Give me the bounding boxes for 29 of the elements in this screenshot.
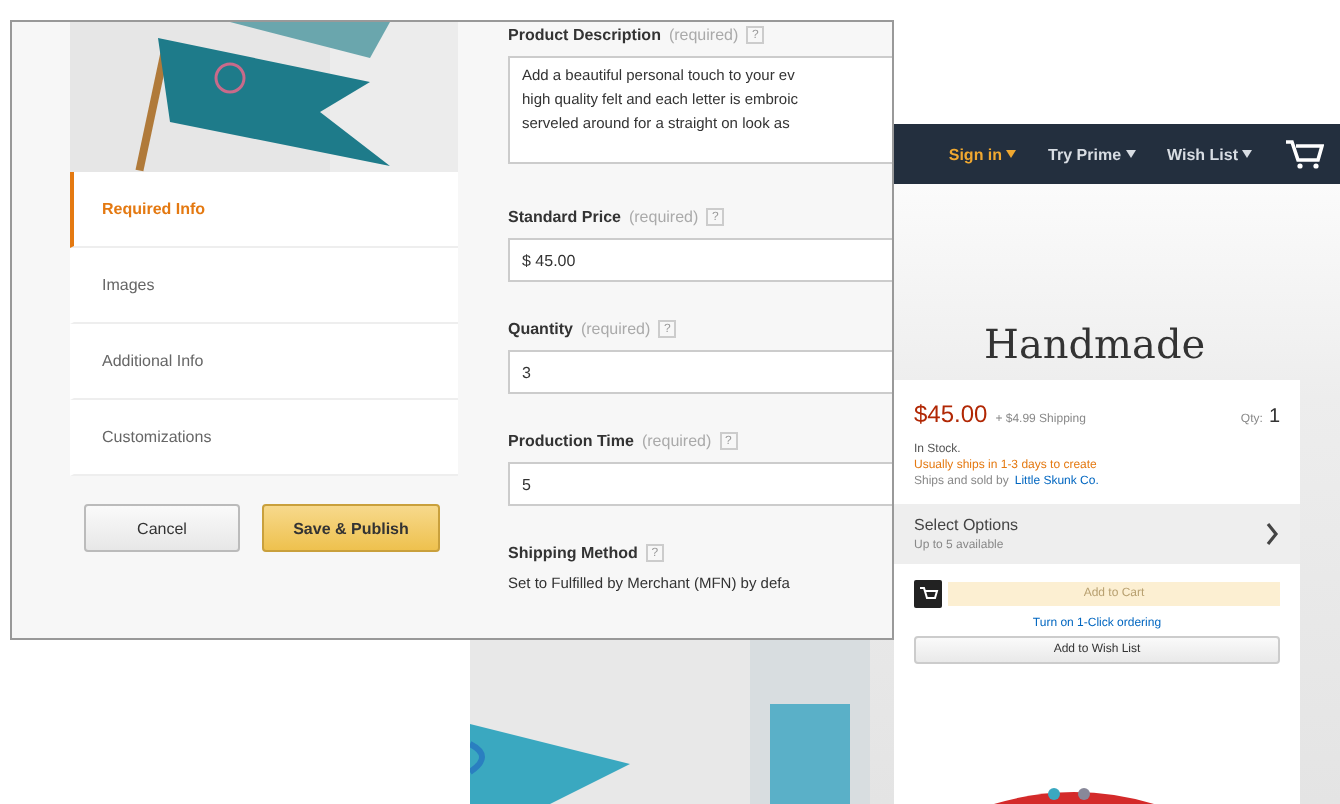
field-label: Standard Price — [508, 208, 621, 226]
price: $45.00 — [914, 400, 988, 428]
required-note: (required) — [668, 26, 739, 44]
caret-icon — [1125, 150, 1136, 158]
section-tab[interactable]: Images — [70, 248, 458, 324]
cancel-button[interactable]: Cancel — [84, 504, 240, 552]
input-field[interactable]: 5 — [508, 462, 892, 506]
nav-link[interactable]: Sign in — [948, 145, 1017, 163]
caret-icon — [1242, 150, 1252, 158]
field-label: Production Time — [508, 432, 634, 450]
section-tab[interactable]: Additional Info — [70, 324, 458, 400]
field-label: Product Description — [508, 26, 661, 44]
input-field[interactable]: $ 45.00 — [508, 238, 892, 282]
field-label: Shipping Method — [508, 544, 638, 562]
required-note: (required) — [628, 208, 699, 226]
cart-icon — [914, 580, 942, 608]
cart-icon[interactable] — [1284, 138, 1324, 170]
required-note: (required) — [641, 432, 712, 450]
save-publish-button[interactable]: Save & Publish — [262, 504, 440, 552]
field-label: Quantity — [508, 320, 573, 338]
chevron-icon — [1264, 522, 1280, 546]
caret-icon — [1006, 150, 1017, 158]
nav-link[interactable]: Wish List — [1167, 145, 1252, 163]
section-tab[interactable]: Customizations — [70, 400, 458, 476]
quantity-select[interactable]: 1 — [1268, 406, 1280, 428]
required-note: (required) — [580, 320, 651, 338]
input-field[interactable]: 3 — [508, 350, 892, 394]
page-title: Handmade — [984, 320, 1206, 368]
nav-link[interactable]: Try Prime — [1048, 145, 1136, 163]
